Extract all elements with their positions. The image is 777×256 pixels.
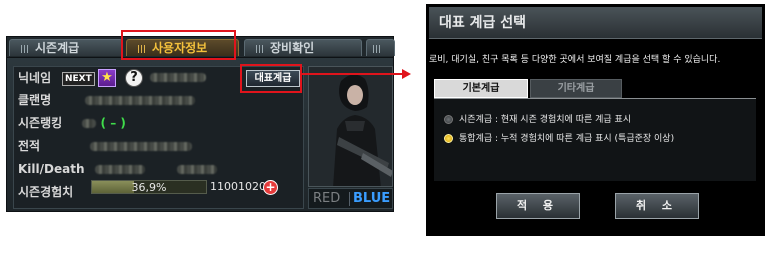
team-blue-label: BLUE	[353, 191, 391, 206]
record-value-blurred	[90, 142, 193, 151]
clan-row: 클랜명	[18, 91, 196, 109]
season-exp-points: 11001020	[210, 180, 266, 193]
add-exp-plus-icon[interactable]: +	[263, 180, 278, 195]
button-highlight-box	[240, 64, 302, 93]
tab-label: 시즌계급	[35, 41, 80, 55]
option-combined-rank[interactable]: 통합계급 : 누적 경험치에 따른 계급 표시 (특급준장 이상)	[444, 132, 674, 146]
tab-other-rank[interactable]: 기타계급	[530, 79, 622, 98]
tab-grip-icon	[256, 44, 265, 53]
exp-row: 시즌경험치	[18, 183, 73, 201]
cancel-button[interactable]: 취 소	[615, 193, 699, 219]
season-rank-value-blurred	[82, 119, 97, 128]
nickname-value-blurred	[150, 73, 206, 82]
nickname-label: 닉네임	[18, 71, 52, 85]
representative-rank-dialog: 대표 계급 선택 로비, 대기실, 친구 목록 등 다양한 곳에서 보여질 계급…	[426, 4, 765, 236]
season-exp-bar: 36,9%	[91, 180, 207, 194]
team-red-label: RED	[313, 191, 341, 206]
tab-grip-icon	[373, 44, 382, 53]
tab-label: 장비확인	[270, 41, 315, 55]
season-exp-percent: 36,9%	[131, 181, 167, 194]
arrow-right-icon	[402, 69, 411, 79]
user-info-panel: 시즌계급 사용자정보 장비확인 닉네임 NEXT ★ ? 클랜명 시즌랭킹 ( …	[6, 36, 395, 212]
rank-star-icon: ★	[98, 69, 116, 87]
radio-unselected-icon[interactable]	[444, 115, 453, 124]
option-label: 통합계급 : 누적 경험치에 따른 계급 표시 (특급준장 이상)	[459, 134, 675, 144]
tab-basic-rank[interactable]: 기본계급	[434, 79, 528, 98]
character-portrait	[308, 66, 393, 187]
dialog-description: 로비, 대기실, 친구 목록 등 다양한 곳에서 보여질 계급을 선택 할 수 …	[429, 55, 721, 65]
apply-button[interactable]: 적 용	[496, 193, 580, 219]
team-divider	[349, 192, 350, 206]
record-label: 전적	[18, 139, 41, 153]
character-silhouette-icon	[309, 67, 392, 186]
record-row: 전적	[18, 137, 193, 155]
rank-options-panel: 시즌계급 : 현재 시즌 경험치에 따른 계급 표시 통합계급 : 누적 경험치…	[434, 98, 756, 181]
kd-row: Kill/Death	[18, 160, 217, 178]
exp-label: 시즌경험치	[18, 185, 74, 199]
kd-ratio-blurred	[176, 165, 217, 174]
season-rank-change: ( – )	[100, 116, 126, 130]
radio-selected-icon[interactable]	[444, 134, 453, 143]
tab-more[interactable]	[366, 39, 395, 56]
option-label: 시즌계급 : 현재 시즌 경험치에 따른 계급 표시	[459, 115, 632, 125]
help-icon[interactable]: ?	[125, 69, 143, 87]
dialog-title: 대표 계급 선택	[429, 7, 762, 39]
option-season-rank[interactable]: 시즌계급 : 현재 시즌 경험치에 따른 계급 표시	[444, 113, 631, 127]
tab-equipment[interactable]: 장비확인	[244, 39, 362, 56]
clan-value-blurred	[85, 96, 196, 105]
kd-label: Kill/Death	[18, 162, 85, 176]
clan-label: 클랜명	[18, 93, 52, 107]
callout-arrow-line	[301, 73, 403, 75]
next-rank-badge: NEXT	[62, 72, 95, 86]
tab-grip-icon	[21, 44, 30, 53]
season-rank-row: 시즌랭킹 ( – )	[18, 114, 126, 132]
nickname-row: 닉네임	[18, 69, 51, 87]
kd-value-blurred	[94, 165, 145, 174]
team-indicator: RED BLUE	[308, 188, 393, 209]
tab-season-rank[interactable]: 시즌계급	[9, 39, 123, 56]
tab-highlight-box	[121, 30, 236, 60]
season-rank-label: 시즌랭킹	[18, 116, 63, 130]
